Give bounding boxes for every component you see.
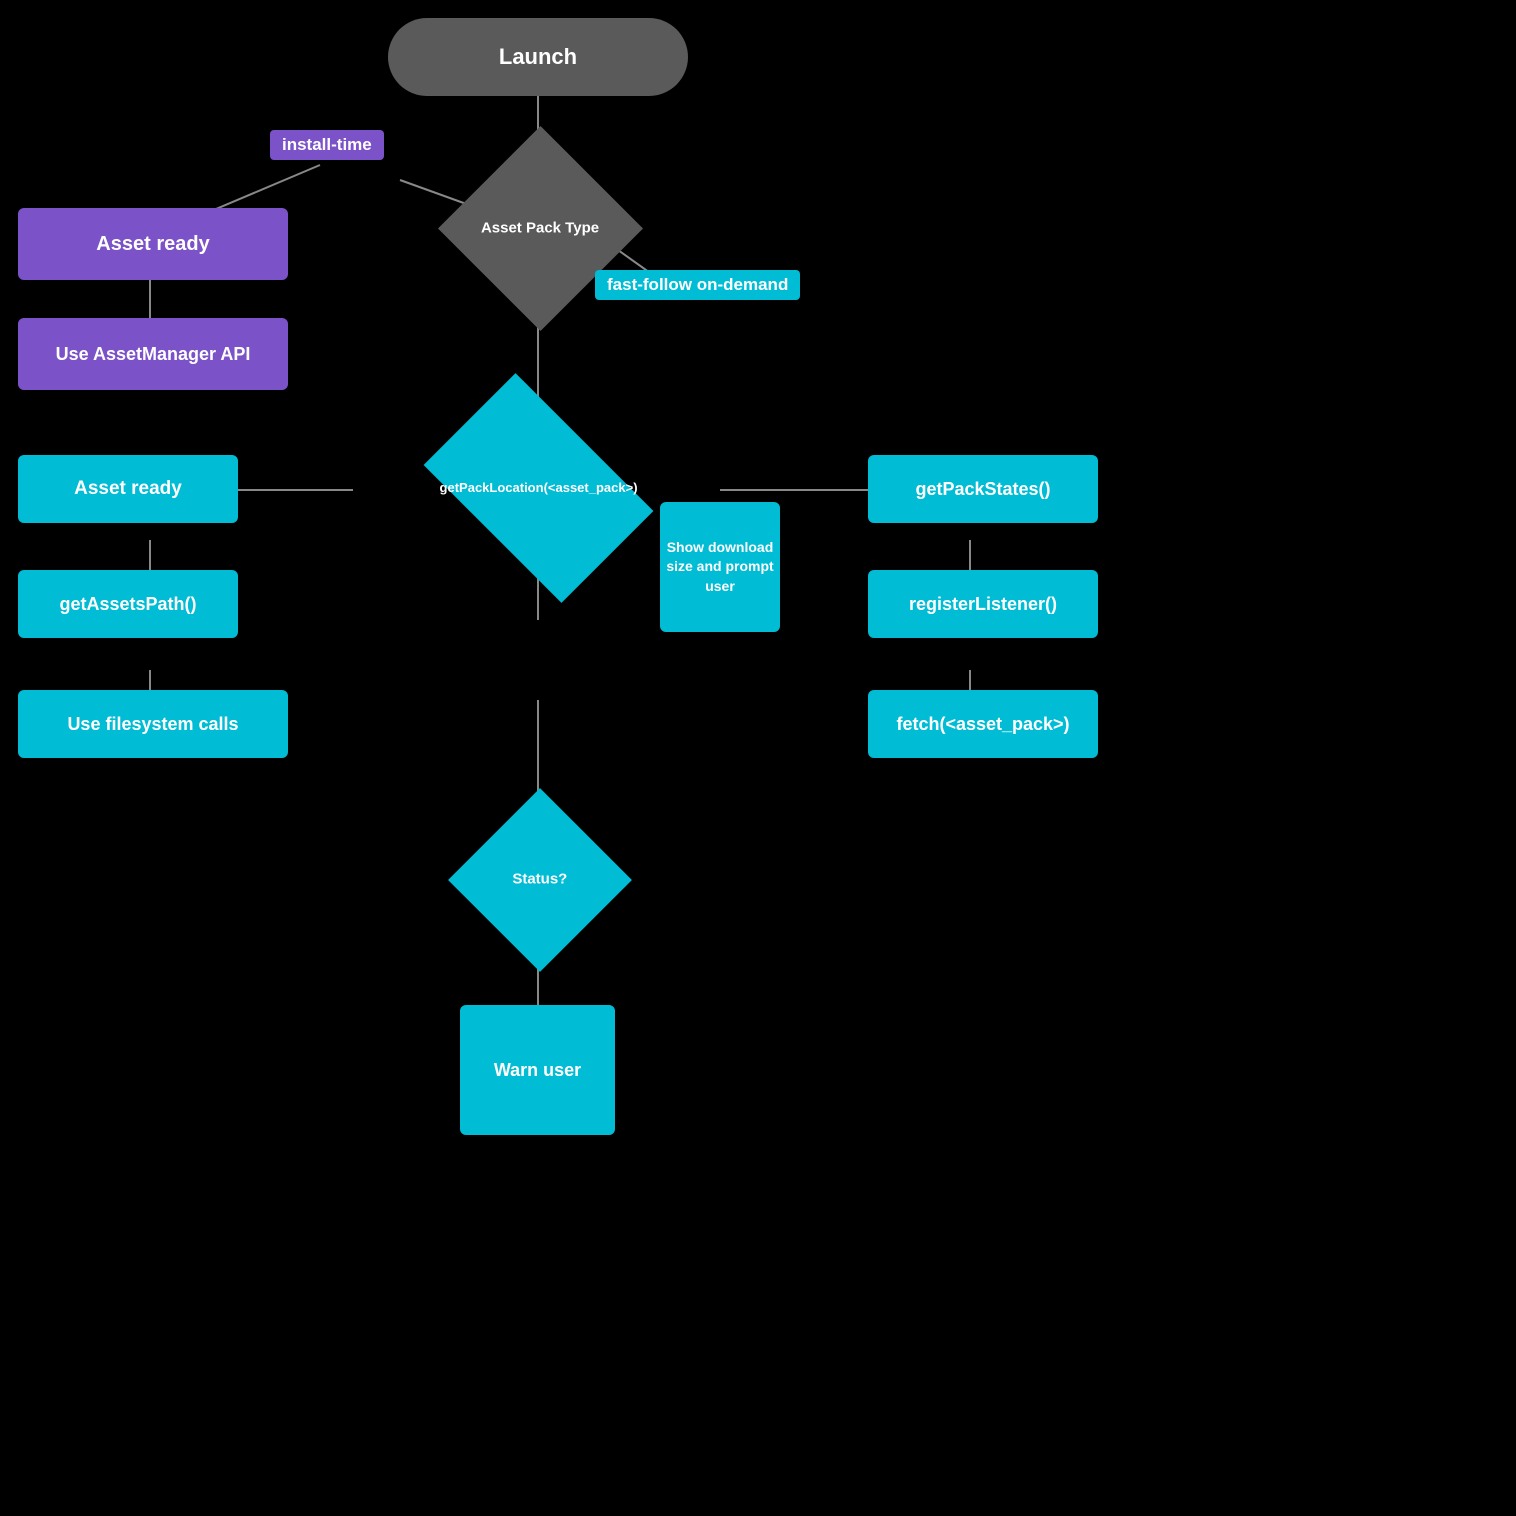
asset-ready-1-node: Asset ready (18, 208, 288, 280)
asset-ready-2-node: Asset ready (18, 455, 238, 523)
status-diamond: Status? (430, 800, 650, 960)
fetch-node: fetch(<asset_pack>) (868, 690, 1098, 758)
use-asset-manager-node: Use AssetManager API (18, 318, 288, 390)
launch-node: Launch (388, 18, 688, 96)
register-listener-node: registerListener() (868, 570, 1098, 638)
install-time-label: install-time (270, 130, 384, 160)
status-label: Status? (507, 865, 572, 895)
get-pack-location-label: getPackLocation(<asset_pack>) (434, 475, 642, 502)
warn-user-node: Warn user (460, 1005, 615, 1135)
use-filesystem-node: Use filesystem calls (18, 690, 288, 758)
fast-follow-label: fast-follow on-demand (595, 270, 800, 300)
show-download-node: Show download size and prompt user (660, 502, 780, 632)
get-pack-states-node: getPackStates() (868, 455, 1098, 523)
get-assets-path-node: getAssetsPath() (18, 570, 238, 638)
asset-pack-type-label: Asset Pack Type (476, 213, 604, 243)
